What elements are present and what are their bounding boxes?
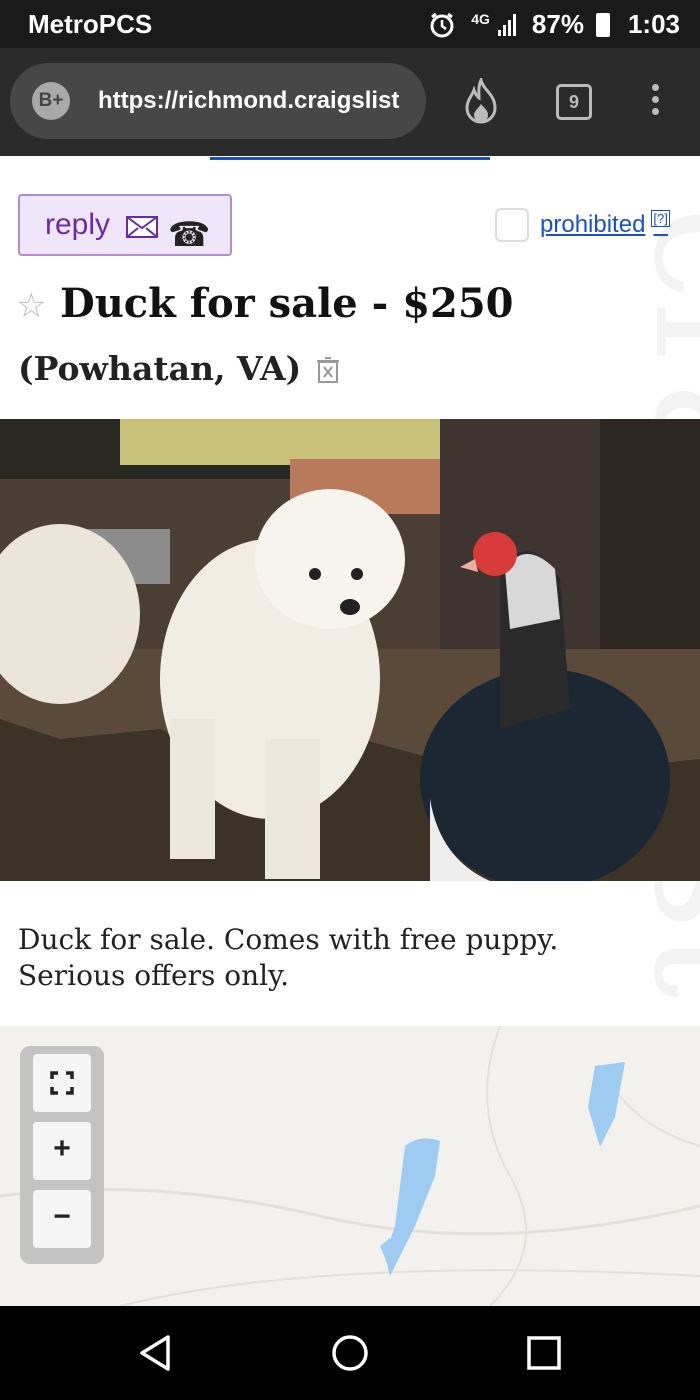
reply-button[interactable]: reply ☎ [18, 194, 232, 256]
description-line: Serious offers only. [18, 959, 290, 992]
prohibited-checkbox[interactable] [495, 208, 529, 242]
url-text[interactable]: https://richmond.craigslist [98, 87, 399, 115]
posting-title: Duck for sale - $250 [60, 280, 514, 327]
map-roads [0, 1026, 700, 1306]
posting-location: (Powhatan, VA) [18, 349, 302, 388]
url-bar[interactable]: B+ https://richmond.craigslist [10, 63, 426, 139]
prohibited-link[interactable]: prohibited [?] [540, 210, 670, 239]
cut-off-links [210, 156, 490, 160]
back-icon[interactable] [136, 1333, 176, 1373]
favorite-star-icon[interactable]: ☆ [16, 286, 46, 326]
bplus-icon[interactable]: B+ [32, 82, 70, 120]
posting-description: Duck for sale. Comes with free puppy. Se… [18, 922, 558, 994]
signal-icon [497, 13, 516, 36]
status-bar: MetroPCS 4G 87% 1:03 [0, 0, 700, 48]
fullscreen-icon [50, 1071, 74, 1095]
android-nav-bar [0, 1306, 700, 1400]
envelope-icon [126, 216, 158, 238]
location-map[interactable]: + − [0, 1026, 700, 1306]
map-controls: + − [20, 1046, 104, 1264]
zoom-in-button[interactable]: + [33, 1122, 91, 1180]
zoom-out-button[interactable]: − [33, 1190, 91, 1248]
battery-icon [595, 12, 610, 37]
network-type: 4G [471, 10, 490, 27]
tab-switcher-button[interactable]: 9 [556, 84, 592, 120]
browser-toolbar: B+ https://richmond.craigslist 9 [0, 48, 700, 156]
home-icon[interactable] [330, 1333, 370, 1373]
posting-photo[interactable] [0, 419, 700, 881]
reply-label: reply [45, 208, 111, 241]
clock: 1:03 [627, 9, 680, 39]
fullscreen-button[interactable] [33, 1054, 91, 1112]
help-link[interactable]: [?] [651, 210, 670, 227]
hide-posting-icon[interactable] [315, 356, 341, 384]
battery-percent: 87% [531, 9, 584, 39]
description-line: Duck for sale. Comes with free puppy. [18, 923, 559, 956]
alarm-icon [430, 12, 454, 37]
carrier-label: MetroPCS [28, 9, 153, 39]
recents-icon[interactable] [524, 1333, 564, 1373]
overflow-menu-icon[interactable] [649, 84, 661, 120]
phone-icon: ☎ [168, 216, 211, 254]
page-content: craigslist reply ☎ prohibited[?] ☆ Duck … [0, 156, 700, 1306]
status-icons: 4G 87% 1:03 [429, 9, 680, 40]
flame-icon[interactable] [461, 78, 501, 124]
